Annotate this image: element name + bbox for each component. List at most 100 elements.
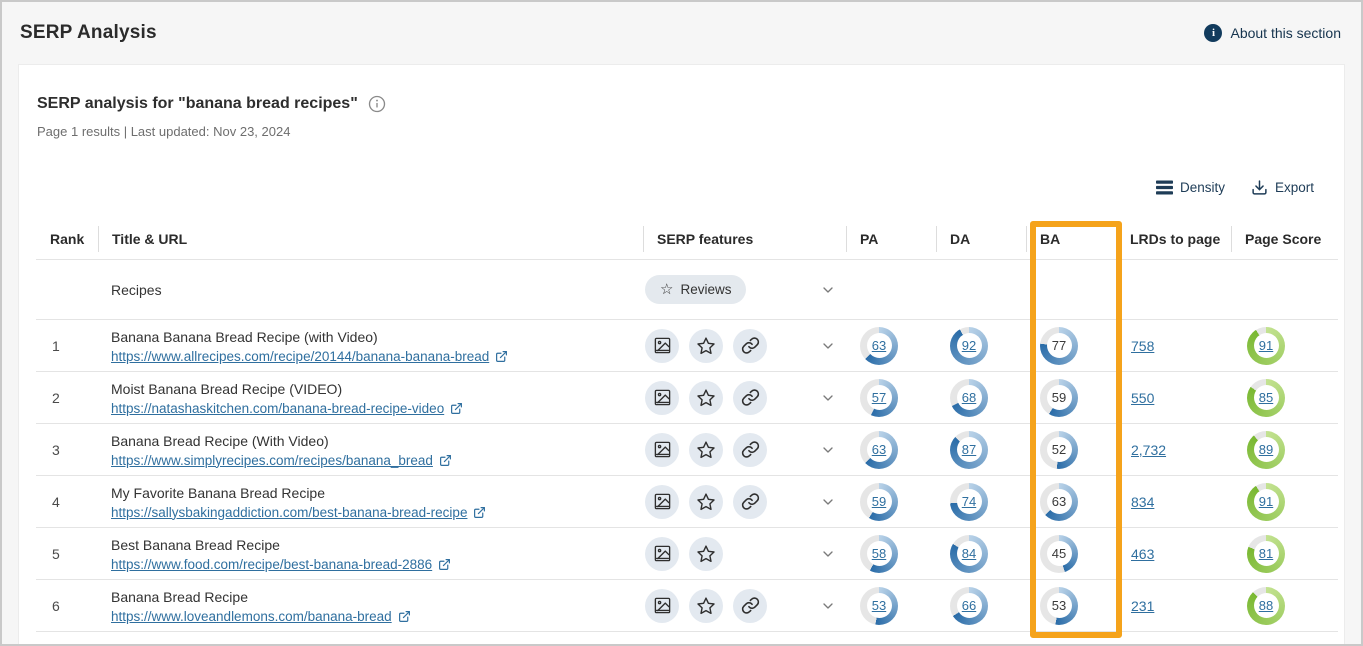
result-url-link[interactable]: https://sallysbakingaddiction.com/best-b… bbox=[111, 505, 467, 520]
page-score-donut: 91 bbox=[1247, 327, 1285, 365]
pa-donut: 63 bbox=[860, 327, 898, 365]
pa-donut-value[interactable]: 59 bbox=[872, 494, 886, 509]
lrds-link[interactable]: 550 bbox=[1131, 390, 1154, 406]
da-donut: 87 bbox=[950, 431, 988, 469]
page-score-donut: 89 bbox=[1247, 431, 1285, 469]
external-link-icon bbox=[473, 506, 486, 519]
ba-donut-value: 63 bbox=[1052, 494, 1066, 509]
page-score-donut-value[interactable]: 88 bbox=[1259, 598, 1273, 613]
da-donut: 68 bbox=[950, 379, 988, 417]
rank-value: 5 bbox=[36, 546, 98, 562]
pa-donut-value[interactable]: 63 bbox=[872, 442, 886, 457]
result-url-link[interactable]: https://www.simplyrecipes.com/recipes/ba… bbox=[111, 453, 433, 468]
pa-donut-value[interactable]: 53 bbox=[872, 598, 886, 613]
link-icon bbox=[733, 485, 767, 519]
rank-value: 2 bbox=[36, 390, 98, 406]
lrds-link[interactable]: 834 bbox=[1131, 494, 1154, 510]
ba-donut-value: 53 bbox=[1052, 598, 1066, 613]
info-outline-icon[interactable] bbox=[368, 95, 386, 113]
da-donut-value[interactable]: 66 bbox=[962, 598, 976, 613]
result-title: Banana Bread Recipe bbox=[111, 587, 643, 607]
star-rating-icon bbox=[689, 381, 723, 415]
ba-cell: 59 bbox=[1026, 379, 1116, 417]
table-row: 3 Banana Bread Recipe (With Video) https… bbox=[36, 424, 1338, 476]
ba-cell: 53 bbox=[1026, 587, 1116, 625]
pa-donut-value[interactable]: 58 bbox=[872, 546, 886, 561]
col-header-rank: Rank bbox=[36, 231, 98, 247]
table-body: 1 Banana Banana Bread Recipe (with Video… bbox=[36, 320, 1338, 632]
ba-cell: 63 bbox=[1026, 483, 1116, 521]
ba-donut-value: 45 bbox=[1052, 546, 1066, 561]
result-title: Moist Banana Bread Recipe (VIDEO) bbox=[111, 379, 643, 399]
link-icon bbox=[733, 381, 767, 415]
pa-donut-value[interactable]: 57 bbox=[872, 390, 886, 405]
ba-donut-value: 59 bbox=[1052, 390, 1066, 405]
lrds-cell: 231 bbox=[1116, 598, 1231, 614]
da-cell: 74 bbox=[936, 483, 1026, 521]
result-url-link[interactable]: https://www.allrecipes.com/recipe/20144/… bbox=[111, 349, 489, 364]
ba-donut: 52 bbox=[1040, 431, 1078, 469]
group-row-recipes: Recipes ☆ Reviews bbox=[36, 260, 1338, 320]
da-donut-value[interactable]: 74 bbox=[962, 494, 976, 509]
chevron-down-icon[interactable] bbox=[820, 338, 836, 354]
about-this-section-button[interactable]: i About this section bbox=[1204, 24, 1341, 42]
page-score-donut-value[interactable]: 81 bbox=[1259, 546, 1273, 561]
da-donut-value[interactable]: 68 bbox=[962, 390, 976, 405]
result-url-link[interactable]: https://www.loveandlemons.com/banana-bre… bbox=[111, 609, 392, 624]
result-title: Banana Banana Bread Recipe (with Video) bbox=[111, 327, 643, 347]
pa-donut-value[interactable]: 63 bbox=[872, 338, 886, 353]
da-donut-value[interactable]: 92 bbox=[962, 338, 976, 353]
density-icon bbox=[1156, 180, 1173, 195]
chevron-down-icon[interactable] bbox=[820, 494, 836, 510]
page-score-donut: 88 bbox=[1247, 587, 1285, 625]
table-row: 5 Best Banana Bread Recipe https://www.f… bbox=[36, 528, 1338, 580]
page-score-donut: 85 bbox=[1247, 379, 1285, 417]
rank-value: 1 bbox=[36, 338, 98, 354]
table-header-row: Rank Title & URL SERP features PA DA BA … bbox=[36, 218, 1338, 260]
table-row: 4 My Favorite Banana Bread Recipe https:… bbox=[36, 476, 1338, 528]
result-url-link[interactable]: https://natashaskitchen.com/banana-bread… bbox=[111, 401, 444, 416]
pa-cell: 59 bbox=[846, 483, 936, 521]
pa-donut: 63 bbox=[860, 431, 898, 469]
chevron-down-icon[interactable] bbox=[820, 442, 836, 458]
lrds-cell: 758 bbox=[1116, 338, 1231, 354]
lrds-cell: 2,732 bbox=[1116, 442, 1231, 458]
da-donut: 74 bbox=[950, 483, 988, 521]
chevron-down-icon[interactable] bbox=[820, 390, 836, 406]
page-score-donut-value[interactable]: 85 bbox=[1259, 390, 1273, 405]
density-button[interactable]: Density bbox=[1156, 179, 1225, 196]
image-pack-icon bbox=[645, 485, 679, 519]
serp-features-cell bbox=[643, 381, 846, 415]
result-url-link[interactable]: https://www.food.com/recipe/best-banana-… bbox=[111, 557, 432, 572]
export-button[interactable]: Export bbox=[1251, 179, 1314, 196]
col-header-ba: BA bbox=[1026, 231, 1116, 247]
external-link-icon bbox=[495, 350, 508, 363]
da-donut-value[interactable]: 84 bbox=[962, 546, 976, 561]
star-rating-icon bbox=[689, 589, 723, 623]
serp-features-cell bbox=[643, 433, 846, 467]
page-score-donut-value[interactable]: 91 bbox=[1259, 338, 1273, 353]
lrds-link[interactable]: 463 bbox=[1131, 546, 1154, 562]
col-header-title-url: Title & URL bbox=[98, 231, 643, 247]
chevron-down-icon[interactable] bbox=[820, 546, 836, 562]
lrds-link[interactable]: 231 bbox=[1131, 598, 1154, 614]
star-rating-icon bbox=[689, 433, 723, 467]
serp-features-cell bbox=[643, 485, 846, 519]
lrds-link[interactable]: 2,732 bbox=[1131, 442, 1166, 458]
lrds-cell: 834 bbox=[1116, 494, 1231, 510]
pa-cell: 63 bbox=[846, 327, 936, 365]
chevron-down-icon[interactable] bbox=[820, 598, 836, 614]
result-title: My Favorite Banana Bread Recipe bbox=[111, 483, 643, 503]
da-cell: 87 bbox=[936, 431, 1026, 469]
card-title: SERP analysis for "banana bread recipes" bbox=[37, 95, 358, 113]
lrds-link[interactable]: 758 bbox=[1131, 338, 1154, 354]
reviews-pill-label: Reviews bbox=[680, 282, 731, 297]
external-link-icon bbox=[450, 402, 463, 415]
ba-cell: 77 bbox=[1026, 327, 1116, 365]
da-donut-value[interactable]: 87 bbox=[962, 442, 976, 457]
page-score-donut-value[interactable]: 91 bbox=[1259, 494, 1273, 509]
chevron-down-icon[interactable] bbox=[820, 282, 836, 298]
col-header-page-score: Page Score bbox=[1231, 231, 1338, 247]
page-score-donut-value[interactable]: 89 bbox=[1259, 442, 1273, 457]
image-pack-icon bbox=[645, 329, 679, 363]
